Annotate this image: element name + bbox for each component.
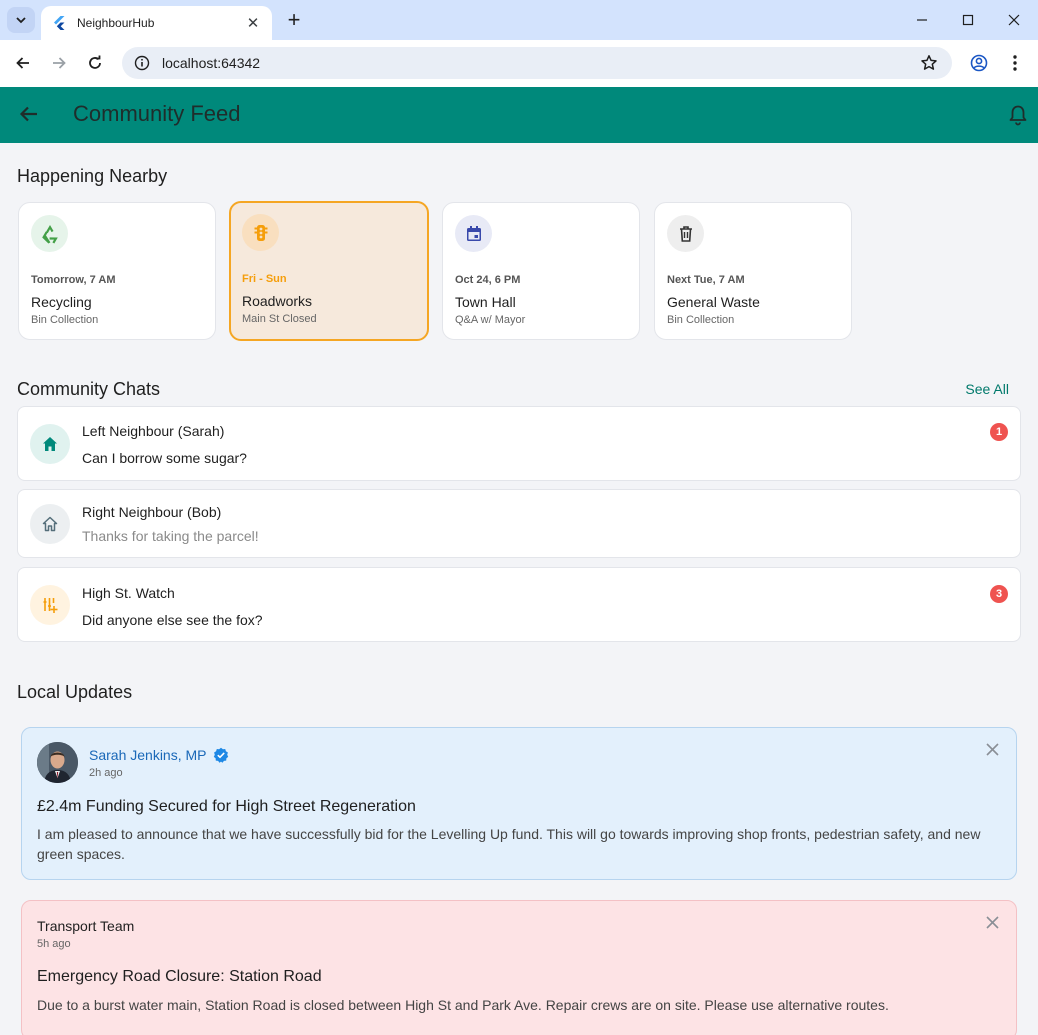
site-info-icon[interactable] — [134, 55, 150, 71]
traffic-light-icon — [242, 214, 279, 251]
minimize-button[interactable] — [899, 6, 945, 34]
chat-message: Can I borrow some sugar? — [82, 450, 247, 466]
nearby-card-subtitle: Bin Collection — [667, 314, 735, 326]
tab-close-icon[interactable]: ✕ — [244, 14, 262, 32]
arrow-back-icon — [19, 106, 37, 122]
back-button[interactable] — [18, 103, 40, 130]
see-all-link[interactable]: See All — [965, 381, 1009, 397]
happening-nearby-title: Happening Nearby — [17, 166, 168, 186]
watch-group-icon — [30, 585, 70, 625]
notifications-button[interactable] — [1008, 104, 1028, 131]
flutter-favicon-icon — [54, 16, 65, 30]
nearby-card-name: Town Hall — [455, 294, 516, 310]
update-headline: £2.4m Funding Secured for High Street Re… — [37, 798, 416, 815]
community-chats-title: Community Chats — [17, 379, 161, 399]
chat-item-left-neighbour[interactable]: Left Neighbour (Sarah) Can I borrow some… — [17, 406, 1021, 481]
minimize-icon — [917, 19, 927, 21]
update-time: 5h ago — [37, 938, 71, 950]
address-bar[interactable]: localhost:64342 — [122, 47, 952, 79]
verified-badge-icon — [213, 747, 228, 763]
profile-button[interactable] — [967, 51, 991, 75]
tab-search-button[interactable] — [7, 7, 35, 33]
home-filled-icon — [30, 424, 70, 464]
reload-button[interactable] — [83, 51, 107, 75]
browser-back-button[interactable] — [11, 51, 35, 75]
reload-icon — [89, 55, 101, 69]
close-icon — [1008, 14, 1020, 26]
chevron-down-icon — [16, 17, 26, 24]
update-card-mp[interactable]: Sarah Jenkins, MP 2h ago £2.4m Funding S… — [21, 727, 1017, 880]
nearby-card-subtitle: Main St Closed — [242, 313, 317, 325]
nearby-card-town-hall[interactable]: Oct 24, 6 PM Town Hall Q&A w/ Mayor — [442, 202, 640, 340]
page-title: Community Feed — [73, 101, 241, 126]
browser-forward-button[interactable] — [47, 51, 71, 75]
nearby-card-roadworks[interactable]: Fri - Sun Roadworks Main St Closed — [229, 201, 429, 341]
update-time: 2h ago — [89, 767, 123, 779]
update-author[interactable]: Sarah Jenkins, MP — [89, 747, 229, 763]
arrow-left-icon — [16, 57, 29, 69]
bookmark-star-icon[interactable] — [920, 54, 938, 72]
recycle-icon — [31, 215, 68, 252]
more-vert-icon — [1013, 55, 1017, 71]
nearby-card-subtitle: Bin Collection — [31, 314, 99, 326]
nearby-card-recycling[interactable]: Tomorrow, 7 AM Recycling Bin Collection — [18, 202, 216, 340]
nearby-card-subtitle: Q&A w/ Mayor — [455, 314, 526, 326]
calendar-icon — [455, 215, 492, 252]
bell-icon — [1009, 105, 1027, 126]
unread-badge: 3 — [990, 585, 1008, 603]
nearby-card-time: Next Tue, 7 AM — [667, 274, 745, 286]
arrow-right-icon — [53, 57, 66, 69]
update-body: Due to a burst water main, Station Road … — [37, 997, 889, 1013]
close-icon — [986, 743, 999, 756]
local-updates-title: Local Updates — [17, 682, 133, 702]
chat-item-right-neighbour[interactable]: Right Neighbour (Bob) Thanks for taking … — [17, 489, 1021, 558]
feed-content[interactable]: Happening Nearby Tomorrow, 7 AM Recyclin… — [0, 143, 1038, 1035]
window-close-button[interactable] — [991, 6, 1037, 34]
chat-item-high-st-watch[interactable]: High St. Watch Did anyone else see the f… — [17, 567, 1021, 642]
nearby-card-time: Tomorrow, 7 AM — [31, 274, 116, 286]
tab-title: NeighbourHub — [77, 16, 155, 30]
account-circle-icon — [970, 54, 988, 72]
browser-toolbar: localhost:64342 — [0, 40, 1038, 87]
dismiss-update-button[interactable] — [986, 916, 999, 934]
nearby-card-name: Recycling — [31, 294, 92, 310]
unread-badge: 1 — [990, 423, 1008, 441]
update-card-transport[interactable]: Transport Team 5h ago Emergency Road Clo… — [21, 900, 1017, 1035]
url-text: localhost:64342 — [162, 55, 261, 71]
nearby-card-general-waste[interactable]: Next Tue, 7 AM General Waste Bin Collect… — [654, 202, 852, 340]
author-avatar — [37, 742, 78, 783]
nearby-card-time: Oct 24, 6 PM — [455, 274, 521, 286]
chat-name: Left Neighbour (Sarah) — [82, 423, 225, 439]
browser-tab-strip: NeighbourHub ✕ + — [0, 0, 1038, 40]
maximize-button[interactable] — [945, 6, 991, 34]
update-headline: Emergency Road Closure: Station Road — [37, 968, 322, 985]
app-bar: Community Feed — [0, 87, 1038, 143]
update-author: Transport Team — [37, 918, 135, 934]
browser-menu-button[interactable] — [1003, 51, 1027, 75]
nearby-card-name: General Waste — [667, 294, 760, 310]
update-body: I am pleased to announce that we have su… — [37, 826, 981, 862]
chat-message: Thanks for taking the parcel! — [82, 528, 259, 544]
trash-icon — [667, 215, 704, 252]
chat-name: Right Neighbour (Bob) — [82, 504, 222, 520]
chat-message: Did anyone else see the fox? — [82, 612, 263, 628]
maximize-icon — [962, 14, 974, 26]
home-outline-icon — [30, 504, 70, 544]
browser-tab[interactable]: NeighbourHub ✕ — [41, 6, 272, 40]
author-name[interactable]: Sarah Jenkins, MP — [89, 747, 207, 763]
dismiss-update-button[interactable] — [986, 743, 999, 761]
nearby-card-name: Roadworks — [242, 293, 313, 309]
close-icon — [986, 916, 999, 929]
new-tab-button[interactable]: + — [282, 7, 306, 32]
chat-name: High St. Watch — [82, 585, 175, 601]
nearby-card-time: Fri - Sun — [242, 273, 287, 285]
